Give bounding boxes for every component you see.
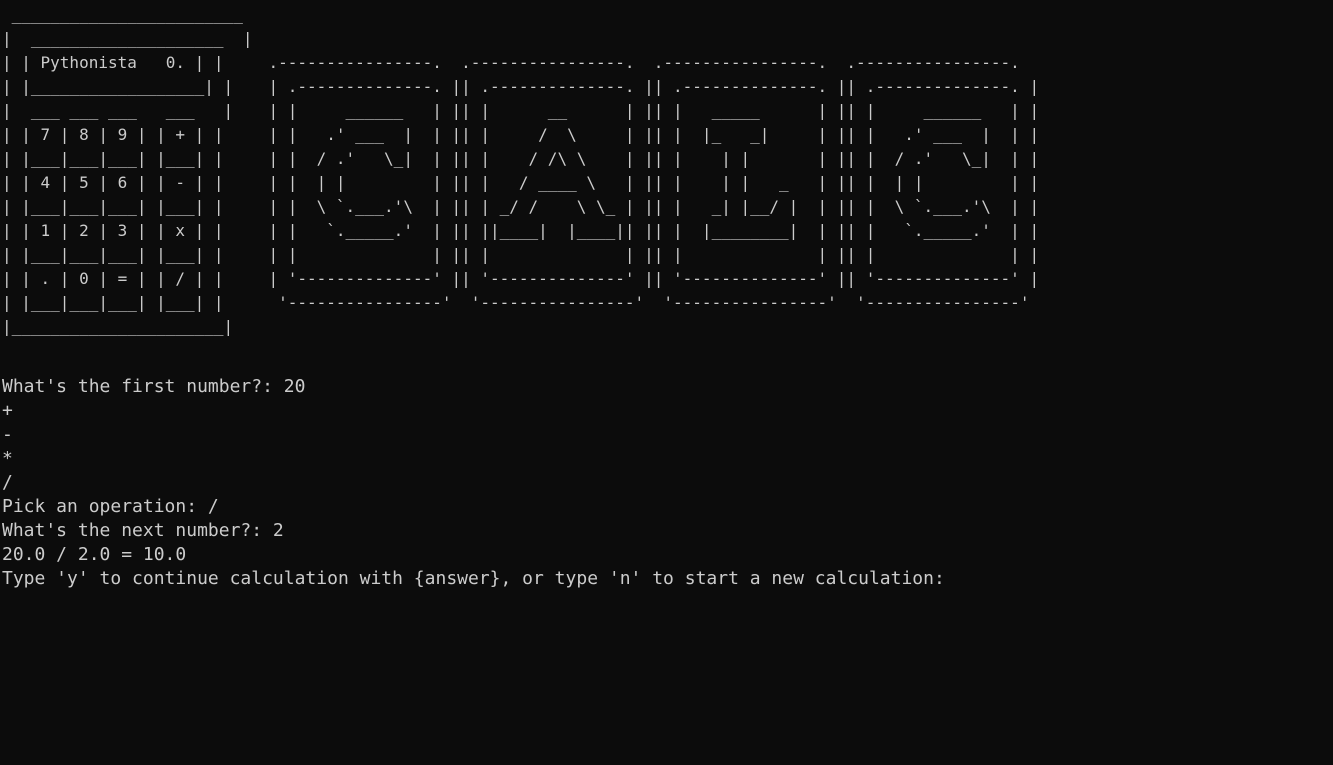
- console-output: What's the first number?: 20 + - * / Pic…: [2, 375, 966, 591]
- console-window[interactable]: ________________________ | _____________…: [0, 0, 1333, 765]
- operation-option-divide: /: [2, 472, 13, 493]
- calculator-ascii-art: ________________________ | _____________…: [2, 5, 253, 336]
- operation-option-minus: -: [2, 424, 13, 445]
- continue-prompt-input-line[interactable]: Type 'y' to continue calculation with {a…: [2, 567, 966, 591]
- first-number-prompt: What's the first number?: 20: [2, 376, 306, 397]
- operation-option-plus: +: [2, 400, 13, 421]
- operation-option-multiply: *: [2, 448, 13, 469]
- calculation-result: 20.0 / 2.0 = 10.0: [2, 544, 187, 565]
- ascii-art-header: ________________________ | _____________…: [2, 5, 1040, 339]
- operation-prompt: Pick an operation: /: [2, 496, 219, 517]
- calc-banner-ascii-art: .----------------. .----------------. .-…: [268, 53, 1040, 312]
- next-number-prompt: What's the next number?: 2: [2, 520, 284, 541]
- continue-prompt: Type 'y' to continue calculation with {a…: [2, 568, 956, 589]
